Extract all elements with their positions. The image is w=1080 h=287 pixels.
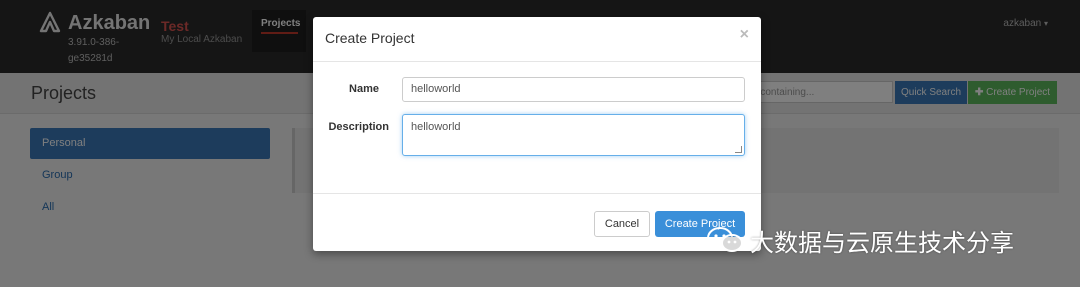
dialog-header: Create Project × bbox=[313, 17, 761, 62]
dialog-footer: Cancel Create Project bbox=[313, 193, 761, 252]
resize-handle-icon[interactable] bbox=[735, 146, 742, 153]
project-description-textarea[interactable]: helloworld bbox=[402, 114, 745, 156]
cancel-button[interactable]: Cancel bbox=[594, 211, 650, 237]
name-label: Name bbox=[349, 83, 379, 95]
project-name-input[interactable]: helloworld bbox=[402, 77, 745, 102]
dialog-title: Create Project bbox=[325, 30, 415, 46]
create-project-dialog: Create Project × Name helloworld Descrip… bbox=[313, 17, 761, 251]
close-icon[interactable]: × bbox=[740, 26, 749, 44]
description-value: helloworld bbox=[411, 121, 461, 133]
description-label: Description bbox=[328, 121, 389, 133]
watermark-text: 大数据与云原生技术分享 bbox=[750, 229, 1014, 257]
wechat-icon bbox=[706, 226, 746, 259]
